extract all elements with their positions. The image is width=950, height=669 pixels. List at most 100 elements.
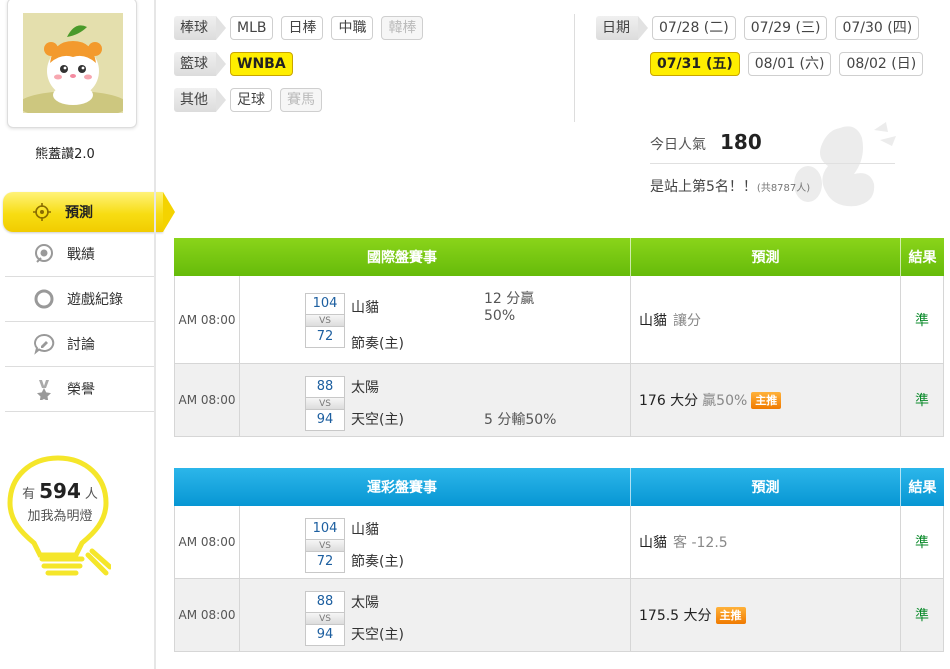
prediction-main: 山貓 bbox=[639, 312, 667, 329]
result-cell: 準 bbox=[901, 506, 944, 578]
nav-item-record[interactable]: 戰績 bbox=[5, 232, 155, 277]
page-root: 熊蓋讚2.0 預測 戰績 遊戲紀錄 討論 榮譽 有 594 人 加我為明燈 棒球… bbox=[0, 0, 950, 669]
avatar[interactable] bbox=[23, 13, 123, 113]
match-cell: 88 VS 94 太陽 天空(主) bbox=[240, 579, 631, 651]
chip-japan-baseball[interactable]: 日棒 bbox=[281, 16, 324, 40]
result-cell: 準 bbox=[901, 579, 944, 651]
prediction-cell: 山貓 讓分 bbox=[631, 276, 901, 363]
prediction-main: 山貓 bbox=[639, 535, 667, 551]
category-tag-basketball: 籃球 bbox=[174, 52, 226, 76]
line-note: 50% bbox=[484, 308, 516, 324]
team-home: 節奏(主) bbox=[351, 336, 404, 352]
score-bottom: 72 bbox=[316, 329, 334, 344]
fans-count: 594 bbox=[39, 479, 81, 503]
table-header: 運彩盤賽事 預測 結果 bbox=[174, 468, 944, 506]
team-away: 山貓 bbox=[351, 300, 379, 316]
nav-label: 戰績 bbox=[67, 247, 95, 263]
prediction-sub: 客 -12.5 bbox=[673, 535, 728, 551]
date-chip[interactable]: 07/28 (二) bbox=[652, 16, 736, 40]
header-game: 運彩盤賽事 bbox=[174, 468, 631, 506]
record-icon bbox=[33, 243, 55, 265]
score-top: 88 bbox=[316, 594, 334, 609]
match-cell: 104 VS 72 山貓 節奏(主) bbox=[240, 506, 631, 578]
score-box: 88 VS 94 bbox=[305, 376, 345, 431]
result-cell: 準 bbox=[901, 276, 944, 363]
target-icon bbox=[31, 201, 53, 223]
team-home: 天空(主) bbox=[351, 412, 404, 428]
vs-label: VS bbox=[306, 314, 344, 327]
date-chip[interactable]: 07/29 (三) bbox=[743, 16, 828, 40]
username: 熊蓋讚2.0 bbox=[35, 147, 95, 162]
fans-prefix: 有 bbox=[22, 487, 36, 502]
date-divider bbox=[574, 14, 575, 122]
rank-text: 是站上第5名！！ bbox=[650, 179, 757, 195]
score-top: 88 bbox=[316, 379, 334, 394]
chip-cpbl[interactable]: 中職 bbox=[331, 16, 374, 40]
score-top: 104 bbox=[312, 296, 338, 311]
featured-badge: 主推 bbox=[751, 391, 782, 409]
chip-mlb[interactable]: MLB bbox=[230, 16, 274, 40]
score-box: 88 VS 94 bbox=[305, 591, 345, 646]
fans-counter[interactable]: 有 594 人 加我為明燈 bbox=[10, 480, 110, 528]
table-row: AM 08:00 88 VS 94 太陽 天空(主) 175.5 大分 主推 準 bbox=[174, 579, 944, 652]
date-row-2: 07/31 (五) 08/01 (六) 08/02 (日) bbox=[650, 50, 931, 78]
table-sports-lottery: 運彩盤賽事 預測 結果 AM 08:00 104 VS 72 山貓 節奏(主) … bbox=[174, 468, 944, 652]
filter-row-basketball: 籃球 WNBA bbox=[174, 50, 301, 78]
category-tag-other: 其他 bbox=[174, 88, 226, 112]
team-home: 天空(主) bbox=[351, 627, 404, 643]
game-time: AM 08:00 bbox=[174, 276, 240, 363]
popularity-count: 180 bbox=[720, 130, 762, 154]
score-box: 104 VS 72 bbox=[305, 293, 345, 348]
date-chip-selected[interactable]: 07/31 (五) bbox=[650, 52, 740, 76]
date-chip[interactable]: 08/02 (日) bbox=[839, 52, 924, 76]
fans-caption: 加我為明燈 bbox=[27, 509, 93, 524]
chip-horse-racing[interactable]: 賽馬 bbox=[280, 88, 322, 112]
chip-wnba[interactable]: WNBA bbox=[230, 52, 293, 76]
team-away: 山貓 bbox=[351, 522, 379, 538]
chip-korea-baseball[interactable]: 韓棒 bbox=[381, 16, 424, 40]
nav-item-game-log[interactable]: 遊戲紀錄 bbox=[5, 277, 155, 322]
game-time: AM 08:00 bbox=[174, 579, 240, 651]
date-chip[interactable]: 08/01 (六) bbox=[747, 52, 832, 76]
popularity-rank: 是站上第5名！！(共8787人) bbox=[650, 176, 810, 196]
avatar-card[interactable] bbox=[7, 0, 137, 128]
vs-label: VS bbox=[306, 397, 344, 410]
score-bottom: 94 bbox=[316, 627, 334, 642]
sidebar: 熊蓋讚2.0 預測 戰績 遊戲紀錄 討論 榮譽 有 594 人 加我為明燈 bbox=[0, 0, 175, 669]
header-result: 結果 bbox=[908, 250, 937, 266]
header-game: 國際盤賽事 bbox=[174, 238, 631, 276]
chip-soccer[interactable]: 足球 bbox=[230, 88, 272, 112]
table-row: AM 08:00 104 VS 72 山貓 節奏(主) 山貓 客 -12.5 準 bbox=[174, 506, 944, 579]
match-cell: 88 VS 94 太陽 天空(主) 5 分輸50% bbox=[240, 364, 631, 436]
table-row: AM 08:00 88 VS 94 太陽 天空(主) 5 分輸50% 176 大… bbox=[174, 364, 944, 437]
nav-label: 預測 bbox=[65, 205, 93, 221]
popularity-today: 今日人氣 180 bbox=[650, 130, 895, 164]
chat-pencil-icon bbox=[33, 333, 55, 355]
prediction-cell: 175.5 大分 主推 bbox=[631, 579, 901, 651]
date-chip[interactable]: 07/30 (四) bbox=[835, 16, 920, 40]
prediction-cell: 176 大分 贏50% 主推 bbox=[631, 364, 901, 436]
nav-label: 榮譽 bbox=[67, 382, 95, 398]
team-home: 節奏(主) bbox=[351, 554, 404, 570]
header-result: 結果 bbox=[908, 480, 937, 496]
category-tag-baseball: 棒球 bbox=[174, 16, 226, 40]
nav-item-honor[interactable]: 榮譽 bbox=[5, 367, 155, 412]
score-top: 104 bbox=[312, 521, 338, 536]
team-away: 太陽 bbox=[351, 595, 379, 611]
fans-suffix: 人 bbox=[84, 487, 98, 502]
sidebar-divider bbox=[154, 0, 156, 669]
vs-label: VS bbox=[306, 539, 344, 552]
nav-item-discussion[interactable]: 討論 bbox=[5, 322, 155, 367]
prediction-cell: 山貓 客 -12.5 bbox=[631, 506, 901, 578]
score-box: 104 VS 72 bbox=[305, 518, 345, 573]
game-time: AM 08:00 bbox=[174, 506, 240, 578]
game-time: AM 08:00 bbox=[174, 364, 240, 436]
result-cell: 準 bbox=[901, 364, 944, 436]
score-bottom: 72 bbox=[316, 554, 334, 569]
header-prediction: 預測 bbox=[631, 238, 901, 276]
header-prediction: 預測 bbox=[631, 468, 901, 506]
nav-label: 遊戲紀錄 bbox=[67, 292, 123, 308]
nav-item-predict[interactable]: 預測 bbox=[3, 192, 175, 232]
filter-row-other: 其他 足球 賽馬 bbox=[174, 86, 330, 114]
prediction-sub: 贏50% bbox=[702, 393, 748, 409]
